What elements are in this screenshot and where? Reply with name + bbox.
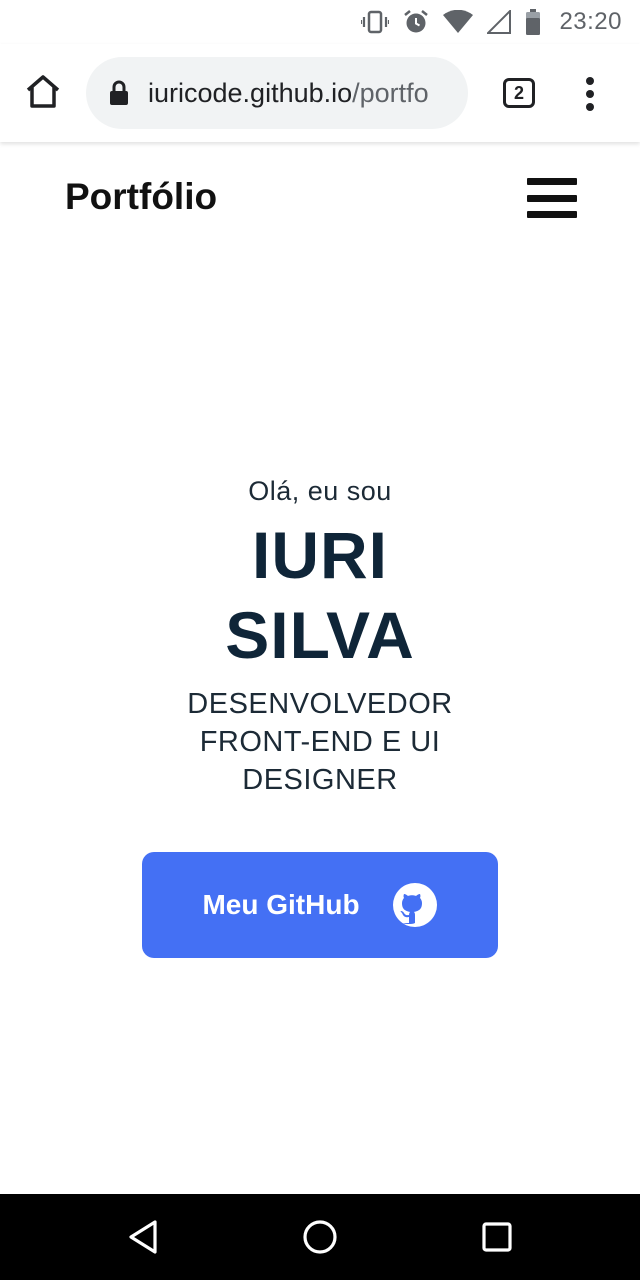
greeting: Olá, eu sou <box>248 476 392 506</box>
url-host: iuricode.github.io <box>148 77 353 108</box>
github-icon <box>392 882 438 928</box>
browser-toolbar: iuricode.github.io/portfo 2 <box>0 44 640 142</box>
alarm-icon <box>403 9 429 35</box>
address-bar[interactable]: iuricode.github.io/portfo <box>86 57 468 129</box>
role-subtitle: DESENVOLVEDOR FRONT-END E UI DESIGNER <box>187 688 453 796</box>
name-first: IURI <box>252 518 388 592</box>
github-button-label: Meu GitHub <box>202 889 360 920</box>
url-text: iuricode.github.io/portfo <box>148 78 429 109</box>
more-vert-icon[interactable] <box>578 74 602 114</box>
tab-switcher-button[interactable]: 2 <box>503 78 535 108</box>
status-time: 23:20 <box>559 8 622 35</box>
signal-icon <box>487 10 512 34</box>
back-icon[interactable] <box>120 1214 166 1260</box>
home-circle-icon[interactable] <box>297 1214 343 1260</box>
lock-icon <box>108 80 130 106</box>
hero: Olá, eu sou IURI SILVA DESENVOLVEDOR FRO… <box>0 476 640 799</box>
tab-count: 2 <box>513 82 524 103</box>
wifi-icon <box>443 10 474 34</box>
status-bar: 23:20 <box>0 0 640 44</box>
recents-icon[interactable] <box>474 1214 520 1260</box>
vibrate-icon <box>361 9 390 35</box>
battery-icon <box>525 9 541 35</box>
url-path: /portfo <box>352 77 429 108</box>
hamburger-icon[interactable] <box>527 178 577 218</box>
screen: 23:20 iuricode.github.io/portfo 2 Portfó… <box>0 0 640 1280</box>
home-button[interactable] <box>22 72 64 114</box>
system-nav-bar <box>0 1194 640 1280</box>
home-icon <box>24 73 62 114</box>
github-button[interactable]: Meu GitHub <box>142 852 498 958</box>
name-last: SILVA <box>225 598 415 672</box>
site-title[interactable]: Portfólio <box>65 176 217 218</box>
